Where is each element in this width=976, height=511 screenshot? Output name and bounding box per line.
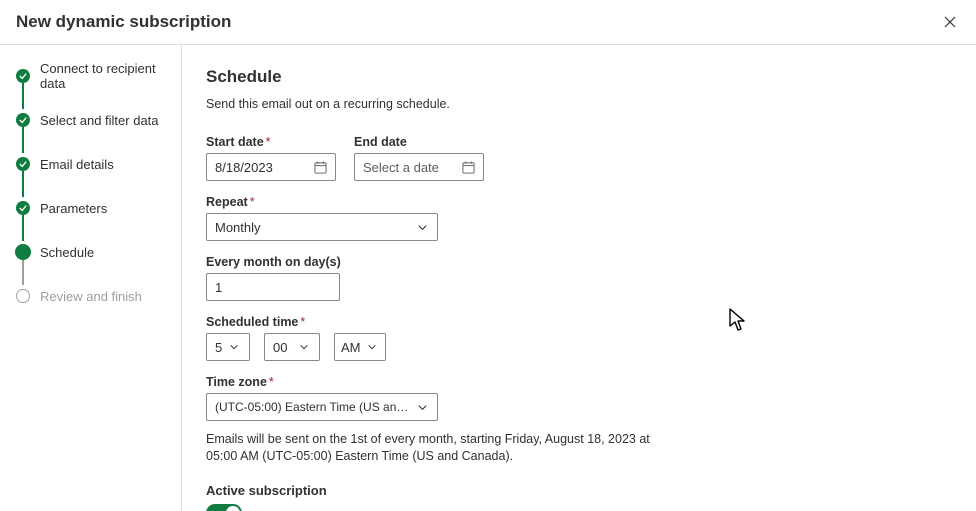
- repeat-value: Monthly: [215, 220, 261, 235]
- step-parameters[interactable]: Parameters: [16, 197, 171, 219]
- step-label: Parameters: [40, 201, 107, 216]
- step-label: Email details: [40, 157, 114, 172]
- timezone-value: (UTC-05:00) Eastern Time (US and Canada): [215, 400, 415, 414]
- page-title: Schedule: [206, 67, 952, 87]
- step-email-details[interactable]: Email details: [16, 153, 171, 175]
- ampm-value: AM: [341, 340, 361, 355]
- calendar-icon: [313, 160, 327, 174]
- chevron-down-icon: [227, 340, 241, 354]
- dialog-title: New dynamic subscription: [16, 12, 231, 32]
- schedule-summary-note: Emails will be sent on the 1st of every …: [206, 431, 666, 465]
- minute-select[interactable]: 00: [264, 333, 320, 361]
- calendar-icon: [461, 160, 475, 174]
- step-label: Select and filter data: [40, 113, 159, 128]
- timezone-select[interactable]: (UTC-05:00) Eastern Time (US and Canada): [206, 393, 438, 421]
- step-label: Review and finish: [40, 289, 142, 304]
- repeat-select[interactable]: Monthly: [206, 213, 438, 241]
- chevron-down-icon: [415, 220, 429, 234]
- minute-value: 00: [273, 340, 287, 355]
- step-schedule[interactable]: Schedule: [16, 241, 171, 263]
- start-date-input[interactable]: 8/18/2023: [206, 153, 336, 181]
- chevron-down-icon: [365, 340, 379, 354]
- repeat-label: Repeat*: [206, 195, 438, 209]
- close-button[interactable]: [940, 12, 960, 32]
- start-date-value: 8/18/2023: [215, 160, 273, 175]
- step-label: Schedule: [40, 245, 94, 260]
- end-date-input[interactable]: Select a date: [354, 153, 484, 181]
- hour-select[interactable]: 5: [206, 333, 250, 361]
- chevron-down-icon: [415, 400, 429, 414]
- chevron-down-icon: [297, 340, 311, 354]
- end-date-label: End date: [354, 135, 484, 149]
- start-date-label: Start date*: [206, 135, 336, 149]
- page-subtitle: Send this email out on a recurring sched…: [206, 97, 952, 111]
- ampm-select[interactable]: AM: [334, 333, 386, 361]
- wizard-steps: Connect to recipient data Select and fil…: [0, 45, 182, 511]
- step-connect-recipient[interactable]: Connect to recipient data: [16, 65, 171, 87]
- step-review-finish[interactable]: Review and finish: [16, 285, 171, 307]
- step-select-filter[interactable]: Select and filter data: [16, 109, 171, 131]
- scheduled-time-label: Scheduled time*: [206, 315, 952, 329]
- step-label: Connect to recipient data: [40, 61, 171, 91]
- active-subscription-label: Active subscription: [206, 483, 952, 498]
- close-icon: [944, 16, 956, 28]
- hour-value: 5: [215, 340, 222, 355]
- timezone-label: Time zone*: [206, 375, 952, 389]
- days-label: Every month on day(s): [206, 255, 341, 269]
- days-value: 1: [215, 280, 222, 295]
- days-input[interactable]: 1: [206, 273, 340, 301]
- end-date-placeholder: Select a date: [363, 160, 439, 175]
